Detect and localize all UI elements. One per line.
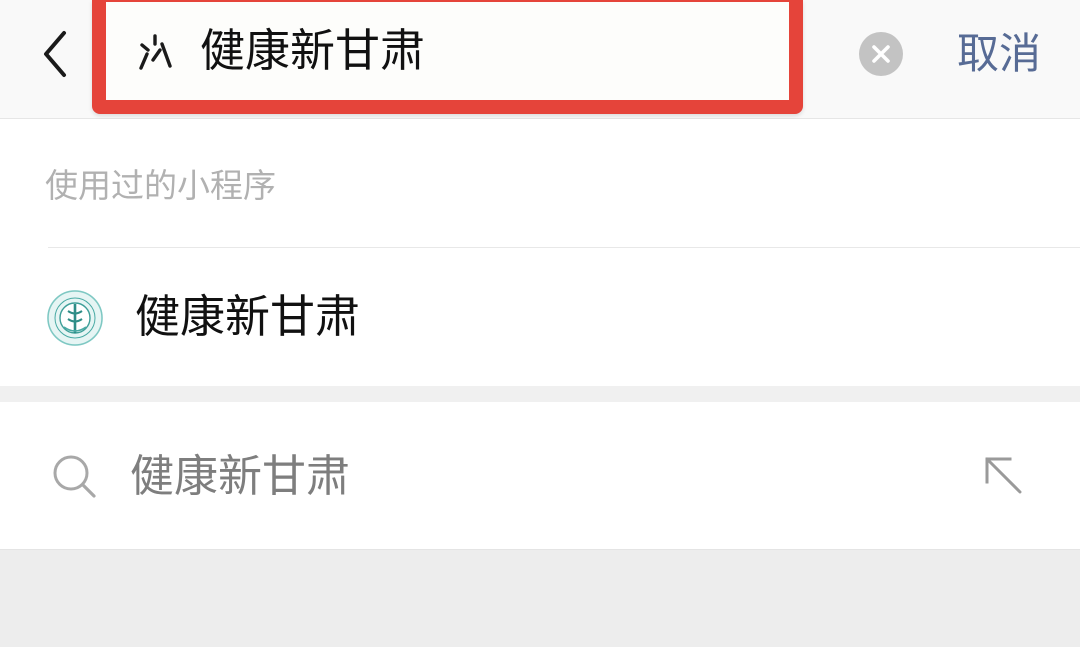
- back-button[interactable]: [30, 28, 80, 80]
- mini-program-name: 健康新甘肃: [135, 290, 361, 343]
- arrow-up-left-icon: [985, 457, 1022, 494]
- mini-program-item[interactable]: 健康新甘肃: [0, 248, 1080, 386]
- cancel-button[interactable]: 取消: [957, 28, 1041, 80]
- suggestion-text: 健康新甘肃: [130, 451, 350, 502]
- search-query-text: 健康新甘肃: [200, 24, 426, 77]
- search-screen: 健康新甘肃 取消 使用过的小程序 健康新甘肃 健康新甘肃: [0, 0, 1080, 647]
- search-suggestion-row[interactable]: 健康新甘肃: [0, 402, 1080, 550]
- section-separator: [0, 386, 1080, 402]
- clear-button[interactable]: [859, 32, 903, 76]
- section-title: 使用过的小程序: [45, 166, 276, 205]
- search-icon: [53, 455, 96, 498]
- clear-circle-icon: [872, 45, 890, 63]
- chevron-left-icon: [44, 31, 66, 77]
- mini-program-icon: [139, 34, 172, 70]
- search-input[interactable]: 健康新甘肃: [92, 0, 803, 114]
- health-emblem-logo: [47, 290, 103, 346]
- fill-query-button[interactable]: [982, 454, 1026, 498]
- search-header: 健康新甘肃 取消: [0, 0, 1080, 119]
- used-mini-programs-section: 使用过的小程序 健康新甘肃: [0, 119, 1080, 386]
